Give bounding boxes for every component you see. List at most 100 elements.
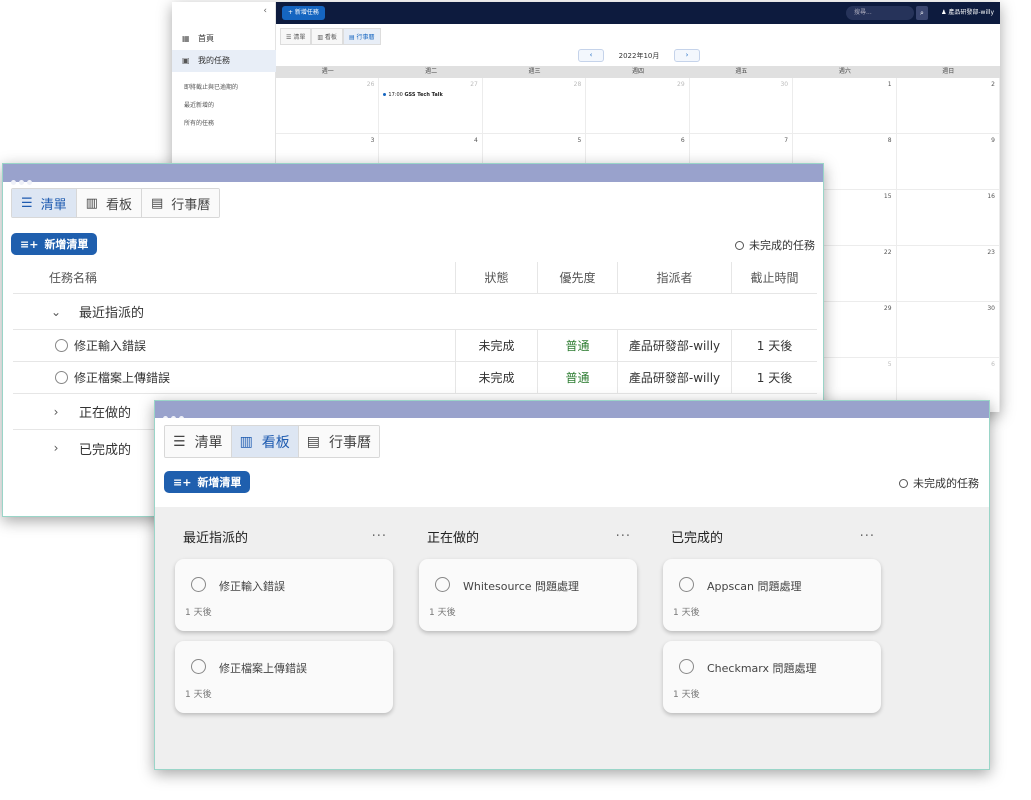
column-header-assignee[interactable]: 指派者 — [617, 262, 731, 293]
card-due: 1 天後 — [673, 608, 700, 618]
task-card[interactable]: Checkmarx 問題處理 1 天後 — [663, 641, 881, 713]
complete-toggle-icon[interactable] — [191, 577, 206, 592]
tab-calendar[interactable]: ▤ 行事曆 — [141, 189, 220, 217]
tab-list[interactable]: ☰ 清單 — [280, 28, 312, 45]
more-icon[interactable]: ··· — [860, 529, 875, 544]
board-column-done: 已完成的 ··· Appscan 問題處理 1 天後 Checkmarx 問題處… — [663, 521, 883, 713]
new-task-button[interactable]: + 新增任務 — [282, 6, 325, 20]
group-label: 正在做的 — [79, 406, 132, 421]
complete-toggle-icon[interactable] — [55, 371, 68, 384]
board-icon: ▥ — [239, 433, 253, 450]
column-title: 最近指派的 — [183, 530, 249, 546]
complete-toggle-icon[interactable] — [435, 577, 450, 592]
sidebar-subitem-recent[interactable]: 最近新增的 — [184, 100, 214, 109]
day-number: 5 — [887, 361, 892, 368]
more-icon[interactable]: ··· — [616, 529, 631, 544]
card-due: 1 天後 — [673, 690, 700, 700]
day-number: 29 — [677, 81, 685, 88]
due-cell: 1 天後 — [731, 330, 817, 361]
table-row[interactable]: 修正輸入錯誤 未完成 普通 產品研發部-willy 1 天後 — [13, 330, 817, 362]
window-titlebar — [155, 401, 989, 421]
collapse-sidebar-icon[interactable]: ‹ — [263, 6, 267, 16]
list-icon: ☰ — [21, 195, 33, 211]
calendar-day-cell[interactable]: 26 — [276, 78, 380, 134]
calendar-day-cell[interactable]: 2 — [896, 78, 1000, 134]
tab-calendar[interactable]: ▤ 行事曆 — [342, 28, 381, 45]
group-row-recent[interactable]: ⌄ 最近指派的 — [13, 294, 817, 330]
day-number: 5 — [577, 137, 582, 144]
assignee-cell: 產品研發部-willy — [617, 330, 731, 361]
tab-label: 清單 — [194, 434, 223, 451]
complete-toggle-icon[interactable] — [55, 339, 68, 352]
chevron-down-icon: ⌄ — [50, 304, 62, 319]
filter-label: 未完成的任務 — [913, 477, 979, 490]
chevron-right-icon: › — [53, 441, 59, 455]
sidebar-subitem-due[interactable]: 即將截止與已逾期的 — [184, 82, 238, 91]
card-due: 1 天後 — [429, 608, 456, 618]
tab-board[interactable]: ▥ 看板 — [231, 426, 299, 457]
view-tabs: ☰ 清單 ▥ 看板 ▤ 行事曆 — [164, 425, 381, 458]
event-dot-icon — [383, 93, 387, 96]
calendar-icon: ▤ — [348, 34, 355, 41]
search-input[interactable]: 搜尋... — [846, 6, 914, 20]
calendar-day-cell[interactable]: 23 — [896, 246, 1000, 302]
table-header: 任務名稱 狀態 優先度 指派者 截止時間 — [13, 262, 817, 294]
calendar-day-cell[interactable]: 30 — [689, 78, 794, 134]
tab-list[interactable]: ☰ 清單 — [165, 426, 232, 457]
task-card[interactable]: 修正輸入錯誤 1 天後 — [175, 559, 393, 631]
sidebar-item-my-tasks[interactable]: ▣ 我的任務 — [172, 50, 276, 72]
calendar-event[interactable]: 17:00 GSS Tech Talk — [383, 92, 443, 98]
column-header-priority[interactable]: 優先度 — [537, 262, 617, 293]
table-row[interactable]: 修正檔案上傳錯誤 未完成 普通 產品研發部-willy 1 天後 — [13, 362, 817, 394]
board-column-in-progress: 正在做的 ··· Whitesource 問題處理 1 天後 — [419, 521, 639, 631]
column-header-status[interactable]: 狀態 — [455, 262, 537, 293]
incomplete-filter[interactable]: 未完成的任務 — [735, 237, 815, 253]
calendar-day-cell[interactable]: 29 — [586, 78, 690, 134]
complete-toggle-icon[interactable] — [191, 659, 206, 674]
day-number: 30 — [780, 81, 789, 88]
prev-month-button[interactable]: ‹ — [578, 49, 604, 62]
sidebar-subitem-all[interactable]: 所有的任務 — [184, 118, 214, 127]
user-icon: ♟ — [941, 9, 947, 16]
day-number: 29 — [883, 305, 892, 312]
complete-toggle-icon[interactable] — [679, 659, 694, 674]
dashboard-icon: ▦ — [182, 34, 190, 43]
incomplete-filter[interactable]: 未完成的任務 — [899, 475, 979, 491]
tab-board[interactable]: ▥ 看板 — [76, 189, 142, 217]
user-menu[interactable]: ♟ 產品研發部-willy — [941, 6, 994, 20]
column-header-due[interactable]: 截止時間 — [731, 262, 817, 293]
calendar-day-cell[interactable]: 30 — [896, 302, 1000, 358]
task-card[interactable]: Appscan 問題處理 1 天後 — [663, 559, 881, 631]
day-number: 1 — [887, 81, 892, 88]
weekday-label: 週五 — [735, 68, 748, 75]
tab-board[interactable]: ▥ 看板 — [311, 28, 343, 45]
task-name-cell: 修正輸入錯誤 — [13, 330, 455, 361]
task-card[interactable]: Whitesource 問題處理 1 天後 — [419, 559, 637, 631]
calendar-icon: ▤ — [150, 195, 164, 211]
calendar-day-cell[interactable]: 1 — [793, 78, 897, 134]
complete-toggle-icon[interactable] — [679, 577, 694, 592]
board-window: ☰ 清單 ▥ 看板 ▤ 行事曆 ≡+ 新增清單 未完成的任務 最近指派的 ··· 修正輸… — [154, 400, 990, 770]
sidebar-item-home[interactable]: ▦ 首頁 — [172, 28, 276, 50]
weekday-label: 週一 — [321, 68, 334, 75]
search-icon[interactable]: ⌕ — [916, 6, 928, 20]
task-card[interactable]: 修正檔案上傳錯誤 1 天後 — [175, 641, 393, 713]
new-list-button[interactable]: ≡+ 新增清單 — [164, 471, 251, 493]
more-icon[interactable]: ··· — [372, 529, 387, 544]
circle-icon — [735, 240, 744, 250]
day-number: 22 — [883, 249, 892, 256]
new-list-button[interactable]: ≡+ 新增清單 — [11, 233, 98, 255]
user-name: 產品研發部-willy — [948, 9, 994, 16]
day-number: 8 — [887, 137, 892, 144]
calendar-day-cell[interactable]: 9 — [896, 134, 1000, 190]
calendar-day-cell[interactable]: 16 — [896, 190, 1000, 246]
day-number: 9 — [991, 137, 995, 144]
column-header-name[interactable]: 任務名稱 — [13, 262, 455, 293]
calendar-day-cell[interactable]: 28 — [482, 78, 587, 134]
calendar-day-cell[interactable]: 27 17:00 GSS Tech Talk — [379, 78, 483, 134]
tab-list[interactable]: ☰ 清單 — [12, 189, 77, 217]
next-month-button[interactable]: › — [674, 49, 700, 62]
tab-calendar[interactable]: ▤ 行事曆 — [298, 426, 380, 457]
task-icon: ▣ — [182, 56, 190, 65]
day-number: 4 — [474, 137, 478, 144]
